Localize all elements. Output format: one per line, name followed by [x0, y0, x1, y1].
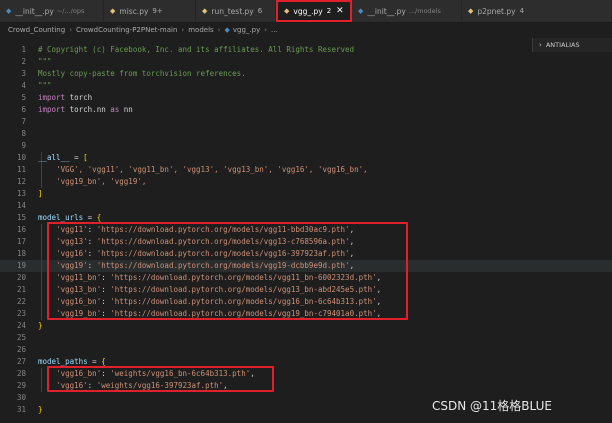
tab-p2pnet[interactable]: ◆ p2pnet.py 4 [462, 0, 612, 22]
highlight-box-model-paths [47, 366, 274, 392]
tab-vgg-active[interactable]: ◆ vgg_.py 2 ✕ [276, 0, 352, 22]
problem-count-badge: 9+ [152, 7, 163, 15]
tab-label: misc.py [119, 6, 149, 16]
problem-count-badge: 4 [519, 7, 525, 15]
tab-path: ~/.../ops [56, 7, 85, 15]
code-line: 9 [21, 141, 26, 150]
problem-count-badge: 6 [257, 7, 263, 15]
code-line: 24} [16, 321, 43, 330]
code-line: 1 # Copyright (c) Facebook, Inc. and its … [21, 45, 355, 54]
code-line: 30 [16, 393, 26, 402]
breadcrumb-item[interactable]: models [188, 26, 213, 34]
breadcrumb-item[interactable]: Crowd_Counting [8, 26, 65, 34]
tab-init-models[interactable]: ◆ __init__.py .../models [352, 0, 462, 22]
python-file-icon: ◆ [6, 7, 12, 15]
python-file-icon: ◆ [202, 7, 208, 15]
tab-label: __init__.py [367, 6, 406, 16]
problem-count-badge: 2 [326, 7, 332, 15]
code-line: 31} [16, 405, 43, 414]
code-line: 8 [21, 129, 26, 138]
tab-label: run_test.py [211, 6, 254, 16]
chevron-right-icon: › [264, 26, 268, 34]
tab-label: vgg_.py [293, 6, 323, 16]
tab-label: p2pnet.py [477, 6, 516, 16]
close-tab-icon[interactable]: ✕ [336, 6, 344, 16]
code-line: 10 __all__ = [ [16, 153, 88, 162]
chevron-right-icon: › [217, 26, 221, 34]
code-line: 7 [21, 117, 26, 126]
tab-init-ops[interactable]: ◆ __init__.py ~/.../ops [0, 0, 104, 22]
code-line: 11 'VGG', 'vgg11', 'vgg11_bn', 'vgg13', … [16, 165, 368, 174]
tab-misc[interactable]: ◆ misc.py 9+ [104, 0, 196, 22]
breadcrumb-item[interactable]: ... [271, 26, 278, 34]
breadcrumb: Crowd_Counting › CrowdCounting-P2PNet-ma… [0, 22, 612, 38]
chevron-right-icon: › [181, 26, 185, 34]
code-line: 12 'vgg19_bn', 'vgg19', [16, 177, 147, 186]
code-line: 4 """ [21, 81, 52, 90]
tab-run-test[interactable]: ◆ run_test.py 6 [196, 0, 276, 22]
code-line: 25 [16, 333, 26, 342]
python-file-icon: ◆ [110, 7, 116, 15]
breadcrumb-item[interactable]: vgg_.py [233, 26, 260, 34]
python-file-icon: ◆ [224, 26, 230, 34]
code-line: 6 import torch.nn as nn [21, 105, 133, 114]
code-editor[interactable]: 1 # Copyright (c) Facebook, Inc. and its … [0, 44, 612, 423]
code-line: 3 Mostly copy-paste from torchvision refe… [21, 69, 246, 78]
python-file-icon: ◆ [358, 7, 364, 15]
code-line: 5 import torch [21, 93, 93, 102]
code-line: 13] [16, 189, 43, 198]
chevron-right-icon: › [69, 26, 72, 34]
tab-label: __init__.py [15, 6, 54, 16]
python-file-icon: ◆ [468, 7, 474, 15]
breadcrumb-item[interactable]: CrowdCounting-P2PNet-main [76, 26, 177, 34]
code-line: 14 [16, 201, 26, 210]
highlight-box-model-urls [47, 222, 408, 320]
code-line: 26 [16, 345, 26, 354]
tab-path: .../models [408, 7, 441, 15]
watermark: CSDN @11格格BLUE [432, 399, 552, 413]
python-file-icon: ◆ [284, 7, 290, 15]
code-line: 2 """ [21, 57, 52, 66]
editor-tab-bar: ◆ __init__.py ~/.../ops ◆ misc.py 9+ ◆ r… [0, 0, 612, 23]
